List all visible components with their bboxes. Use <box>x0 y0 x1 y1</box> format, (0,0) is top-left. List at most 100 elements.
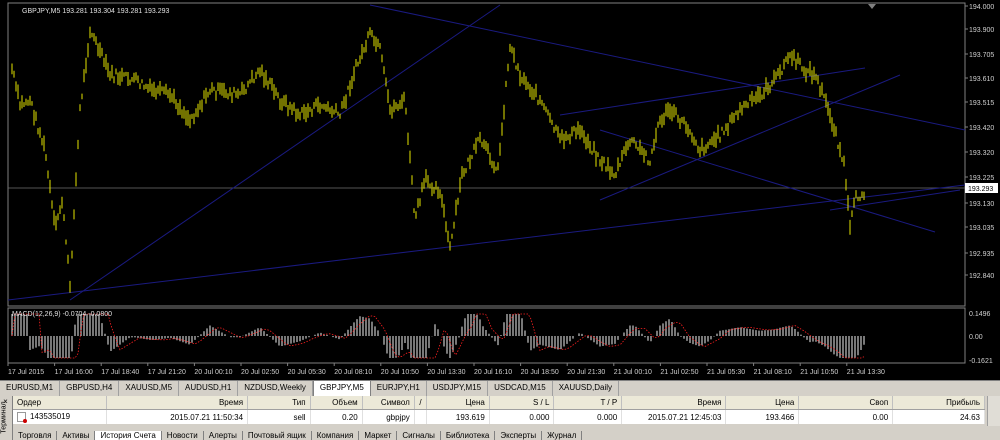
symbol-tab[interactable]: XAUUSD,M5 <box>119 381 180 396</box>
cell-sl: 0.000 <box>489 409 555 424</box>
col-profit[interactable]: Прибыль <box>892 396 985 410</box>
col-order[interactable]: Ордер <box>13 396 108 410</box>
chart-window[interactable]: 194.000 193.900 193.705 193.610 193.515 193.4… <box>0 0 1000 380</box>
col-tp[interactable]: T / P <box>553 396 623 410</box>
price-axis-label: 193.515 <box>969 100 994 107</box>
col-symbol[interactable]: Символ <box>362 396 415 410</box>
trendline <box>69 4 501 301</box>
price-axis-label: 193.705 <box>969 52 994 59</box>
col-type[interactable]: Тип <box>247 396 311 410</box>
price-chart[interactable]: 194.000 193.900 193.705 193.610 193.515 193.4… <box>0 0 1000 380</box>
time-axis-label: 20 Jul 13:30 <box>427 369 465 376</box>
cell-close-time: 2015.07.21 12:45:03 <box>621 409 727 424</box>
terminal-sidebar: × Терминал <box>0 396 13 440</box>
macd-axis-label: 0.1496 <box>969 311 991 318</box>
price-bar-series <box>11 26 865 293</box>
price-axis-label: 193.900 <box>969 27 994 34</box>
price-axis-label: 192.840 <box>969 273 994 280</box>
symbol-tab[interactable]: NZDUSD,Weekly <box>238 381 313 396</box>
macd-axis-label: -0.1621 <box>969 358 993 365</box>
cell-symbol: gbpjpy <box>362 409 415 424</box>
history-table: Ордер Время Тип Объем Символ / Цена S / … <box>13 396 985 424</box>
col-price[interactable]: Цена <box>426 396 490 410</box>
price-axis-label: 192.935 <box>969 251 994 258</box>
col-sl[interactable]: S / L <box>489 396 555 410</box>
table-row[interactable]: 143535019 2015.07.21 11:50:34 sell 0.20 … <box>13 409 985 424</box>
chart-header: GBPJPY,M5 193.281 193.304 193.281 193.29… <box>22 8 169 15</box>
price-axis-label: 193.610 <box>969 76 994 83</box>
symbol-tab[interactable]: EURJPY,H1 <box>371 381 427 396</box>
terminal-tab[interactable]: Библиотека <box>441 431 496 440</box>
time-axis-label: 20 Jul 18:50 <box>521 369 559 376</box>
price-axis-label: 194.000 <box>969 4 994 11</box>
price-axis-label: 193.320 <box>969 150 994 157</box>
time-axis-label: 20 Jul 10:50 <box>381 369 419 376</box>
cell-volume: 0.20 <box>310 409 363 424</box>
cell-swap: 0.00 <box>798 409 894 424</box>
terminal-tab[interactable]: Эксперты <box>495 431 543 440</box>
chart-frame <box>7 2 966 364</box>
terminal-tab[interactable]: Активы <box>57 431 96 440</box>
time-axis-label: 20 Jul 08:10 <box>334 369 372 376</box>
current-price-tag: 193.293 <box>968 186 993 193</box>
trendline <box>599 74 901 201</box>
terminal-tabs: Торговля Активы История Счета Новости Алерты… <box>13 431 1000 440</box>
price-bars <box>11 26 865 293</box>
symbol-tab[interactable]: USDCAD,M15 <box>488 381 553 396</box>
symbol-tab[interactable]: USDJPY,M15 <box>427 381 489 396</box>
terminal-panel: × Терминал Ордер Время Тип Объем Символ … <box>0 396 1000 440</box>
col-swap[interactable]: Своп <box>798 396 894 410</box>
trendline <box>599 129 936 233</box>
order-id: 143535019 <box>30 412 71 422</box>
time-axis-label: 21 Jul 13:30 <box>847 369 885 376</box>
macd-indicator <box>11 313 865 359</box>
cell-open-time: 2015.07.21 11:50:34 <box>106 409 249 424</box>
time-axis-label: 20 Jul 00:10 <box>194 369 232 376</box>
time-axis-label: 20 Jul 16:10 <box>474 369 512 376</box>
trendline <box>7 184 966 301</box>
time-axis-label: 21 Jul 10:50 <box>800 369 838 376</box>
terminal-tab[interactable]: Торговля <box>13 431 58 440</box>
cell-price: 193.619 <box>426 409 490 424</box>
vertical-scrollbar[interactable] <box>987 396 1000 426</box>
time-axis-label: 21 Jul 08:10 <box>754 369 792 376</box>
cell-profit: 24.63 <box>892 409 985 424</box>
symbol-tab[interactable]: GBPUSD,H4 <box>60 381 120 396</box>
terminal-tab[interactable]: Алерты <box>204 431 243 440</box>
terminal-side-label: Терминал <box>0 401 8 434</box>
time-axis-label: 21 Jul 02:50 <box>660 369 698 376</box>
terminal-tab[interactable]: Новости <box>162 431 204 440</box>
symbol-tab[interactable]: AUDUSD,H1 <box>179 381 239 396</box>
cell-separator <box>414 409 428 424</box>
time-axis-label: 17 Jul 21:20 <box>148 369 186 376</box>
symbol-tab[interactable]: XAUUSD,Daily <box>553 381 620 396</box>
terminal-tab[interactable]: Сигналы <box>397 431 441 440</box>
main-pane-frame <box>7 2 966 307</box>
cell-order: 143535019 <box>13 409 108 424</box>
col-close-time[interactable]: Время <box>621 396 727 410</box>
terminal-tab[interactable]: История Счета <box>95 431 162 440</box>
trendline <box>559 67 866 116</box>
time-axis-label: 17 Jul 2015 <box>8 369 44 376</box>
time-axis-label: 20 Jul 05:30 <box>288 369 326 376</box>
time-axis-label: 17 Jul 16:00 <box>55 369 93 376</box>
col-close-price[interactable]: Цена <box>725 396 800 410</box>
terminal-tab[interactable]: Компания <box>312 431 360 440</box>
time-axis-label: 20 Jul 21:30 <box>567 369 605 376</box>
symbol-tab[interactable]: EURUSD,M1 <box>0 381 61 396</box>
terminal-tab[interactable]: Маркет <box>359 431 398 440</box>
table-header: Ордер Время Тип Объем Символ / Цена S / … <box>13 396 985 410</box>
time-axis-label: 17 Jul 18:40 <box>101 369 139 376</box>
col-separator: / <box>414 396 428 410</box>
order-history-icon <box>17 412 27 423</box>
col-volume[interactable]: Объем <box>310 396 363 410</box>
trendlines <box>7 4 966 301</box>
terminal-tab[interactable]: Почтовый ящик <box>243 431 312 440</box>
time-axis-label: 21 Jul 00:10 <box>614 369 652 376</box>
price-axis-label: 193.420 <box>969 125 994 132</box>
price-axis-label: 193.130 <box>969 201 994 208</box>
terminal-tab[interactable]: Журнал <box>542 431 583 440</box>
price-axis-label: 193.225 <box>969 175 994 182</box>
col-time[interactable]: Время <box>106 396 249 410</box>
shift-marker-icon <box>868 4 876 9</box>
